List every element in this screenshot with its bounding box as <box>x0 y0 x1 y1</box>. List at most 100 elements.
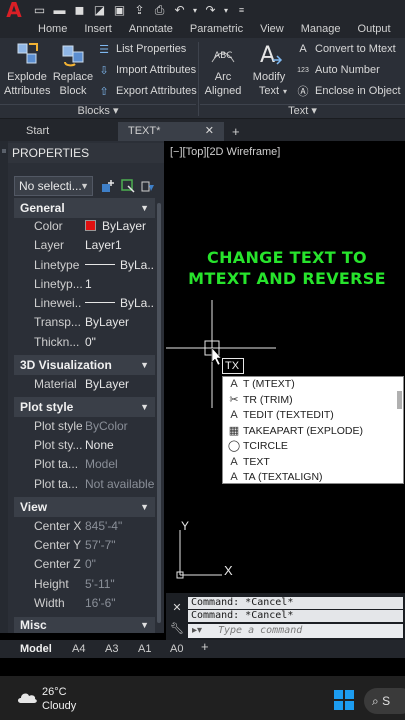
convert-to-mtext-button[interactable]: A Convert to Mtext <box>296 40 395 58</box>
property-row-thickness[interactable]: Thickn... 0" <box>14 333 155 352</box>
replace-block-button[interactable]: Replace Block <box>52 40 94 98</box>
tab-insert[interactable]: Insert <box>84 20 112 38</box>
arc-label-2: Aligned <box>204 85 242 97</box>
property-row-plot-table-attached[interactable]: Plot ta... Model <box>14 455 155 474</box>
property-label: Plot ta... <box>34 457 79 471</box>
property-label: Color <box>34 219 63 233</box>
property-row-color[interactable]: Color ByLayer <box>14 217 155 236</box>
property-row-plot-style-table[interactable]: Plot sty... None <box>14 436 155 455</box>
scrollbar-thumb[interactable] <box>157 203 161 623</box>
property-row-center-z[interactable]: Center Z 0" <box>14 555 155 574</box>
property-row-transparency[interactable]: Transp... ByLayer <box>14 313 155 332</box>
wrench-icon[interactable]: 🔧︎ <box>170 622 184 636</box>
add-layout-button[interactable]: + <box>201 640 209 654</box>
undo-icon[interactable]: ↶ <box>171 2 188 18</box>
app-logo[interactable]: A <box>0 0 28 22</box>
list-properties-button[interactable]: ☰ List Properties <box>97 40 186 58</box>
weather-condition[interactable]: Cloudy <box>42 700 76 713</box>
auto-number-button[interactable]: 123 Auto Number <box>296 61 380 79</box>
collapse-icon: ▼ <box>140 360 149 370</box>
close-icon[interactable]: ✕ <box>205 122 214 141</box>
layout-tab-a0[interactable]: A0 <box>170 642 183 656</box>
save-icon[interactable]: ◼ <box>71 2 88 18</box>
property-value: 845'-4" <box>85 519 123 533</box>
new-file-icon[interactable]: ▭ <box>31 2 48 18</box>
quick-select-icon[interactable] <box>140 178 156 194</box>
tab-annotate[interactable]: Annotate <box>129 20 173 38</box>
dynamic-input[interactable]: TX <box>222 358 244 374</box>
property-row-plot-table-type[interactable]: Plot ta... Not available <box>14 475 155 494</box>
open-folder-icon[interactable]: ▬ <box>51 2 68 18</box>
autocomplete-item[interactable]: A TEDIT (TEXTEDIT) <box>223 408 395 424</box>
layout-tab-model[interactable]: Model <box>20 642 52 656</box>
section-misc[interactable]: Misc ▼ <box>14 617 155 633</box>
arc-aligned-button[interactable]: ABC Arc Aligned <box>201 40 245 98</box>
autocomplete-item[interactable]: A T (MTEXT) <box>223 377 395 393</box>
redo-dropdown-icon[interactable]: ▾ <box>222 2 230 18</box>
replace-block-icon <box>59 40 87 68</box>
undo-dropdown-icon[interactable]: ▾ <box>191 2 199 18</box>
viewport-controls[interactable]: [−][Top][2D Wireframe] <box>170 146 280 158</box>
property-row-center-y[interactable]: Center Y 57'-7" <box>14 536 155 555</box>
section-3d-visualization[interactable]: 3D Visualization ▼ <box>14 355 155 375</box>
property-row-layer[interactable]: Layer Layer1 <box>14 236 155 255</box>
tab-view[interactable]: View <box>260 20 284 38</box>
autocomplete-scrollbar[interactable] <box>397 379 402 482</box>
tab-parametric[interactable]: Parametric <box>190 20 243 38</box>
pickadd-toggle-icon[interactable] <box>100 178 116 194</box>
autocomplete-item[interactable]: ✂ TR (TRIM) <box>223 393 395 409</box>
section-general[interactable]: General ▼ <box>14 198 155 218</box>
property-row-center-x[interactable]: Center X 845'-4" <box>14 517 155 536</box>
layout-tab-a1[interactable]: A1 <box>138 642 151 656</box>
layout-tab-a3[interactable]: A3 <box>105 642 118 656</box>
section-plot-style[interactable]: Plot style ▼ <box>14 397 155 417</box>
property-row-material[interactable]: Material ByLayer <box>14 375 155 394</box>
scrollbar-thumb[interactable] <box>397 391 402 409</box>
autocomplete-item[interactable]: ◯ TCIRCLE <box>223 439 395 455</box>
section-view[interactable]: View ▼ <box>14 497 155 517</box>
save-as-icon[interactable]: ◪ <box>91 2 108 18</box>
file-tab-text[interactable]: TEXT* ✕ <box>118 122 224 141</box>
selection-dropdown[interactable]: No selecti... ▼ <box>14 176 93 196</box>
cloud-icon[interactable] <box>16 690 38 704</box>
enclose-in-object-button[interactable]: Ⓐ Enclose in Object <box>296 82 401 100</box>
new-tab-button[interactable]: + <box>226 122 248 141</box>
customize-dropdown-icon[interactable]: ≡ <box>233 2 250 18</box>
autocomplete-item[interactable]: ▦ TAKEAPART (EXPLODE) <box>223 424 395 440</box>
explode-attributes-button[interactable]: Explode Attributes <box>4 40 50 98</box>
tab-manage[interactable]: Manage <box>301 20 341 38</box>
export-icon[interactable]: ⇪ <box>131 2 148 18</box>
palette-scrollbar[interactable] <box>156 201 162 631</box>
web-save-icon[interactable]: ▣ <box>111 2 128 18</box>
autocomplete-item[interactable]: A TA (TEXTALIGN) <box>223 470 395 486</box>
windows-start-icon[interactable] <box>334 690 354 710</box>
tab-output[interactable]: Output <box>358 20 391 38</box>
autocomplete-item[interactable]: A TEXT <box>223 455 395 471</box>
layout-tab-a4[interactable]: A4 <box>72 642 85 656</box>
property-row-linetype[interactable]: Linetype ByLa... <box>14 256 155 275</box>
close-icon[interactable]: ✕ <box>170 601 184 615</box>
file-tab-start[interactable]: Start <box>16 122 116 141</box>
select-objects-icon[interactable] <box>120 178 136 194</box>
tab-home[interactable]: Home <box>38 20 67 38</box>
redo-icon[interactable]: ↷ <box>202 2 219 18</box>
export-attributes-button[interactable]: ⇧ Export Attributes <box>97 82 196 100</box>
explode-label-2: Attributes <box>4 85 51 97</box>
weather-temperature[interactable]: 26°C <box>42 686 67 699</box>
command-input[interactable]: Type a command <box>188 624 403 638</box>
modify-text-chevron-icon[interactable]: ▾ <box>283 87 287 96</box>
palette-grip[interactable] <box>0 141 8 633</box>
print-icon[interactable]: ⎙ <box>151 2 168 18</box>
import-attributes-button[interactable]: ⇩ Import Attributes <box>97 61 196 79</box>
ucs-x-label: X <box>224 563 233 578</box>
property-row-width[interactable]: Width 16'-6" <box>14 594 155 613</box>
blocks-group-label[interactable]: Blocks ▾ <box>0 104 196 118</box>
property-row-height[interactable]: Height 5'-11" <box>14 575 155 594</box>
text-group-label[interactable]: Text ▾ <box>200 104 405 118</box>
property-row-plot-style[interactable]: Plot style ByColor <box>14 417 155 436</box>
property-value: 16'-6" <box>85 596 116 610</box>
property-row-lineweight[interactable]: Linewei... ByLa... <box>14 294 155 313</box>
property-row-linetype-scale[interactable]: Linetyp... 1 <box>14 275 155 294</box>
taskbar-search[interactable]: ⌕ S <box>364 688 405 714</box>
enclose-in-object-label: Enclose in Object <box>315 85 401 97</box>
